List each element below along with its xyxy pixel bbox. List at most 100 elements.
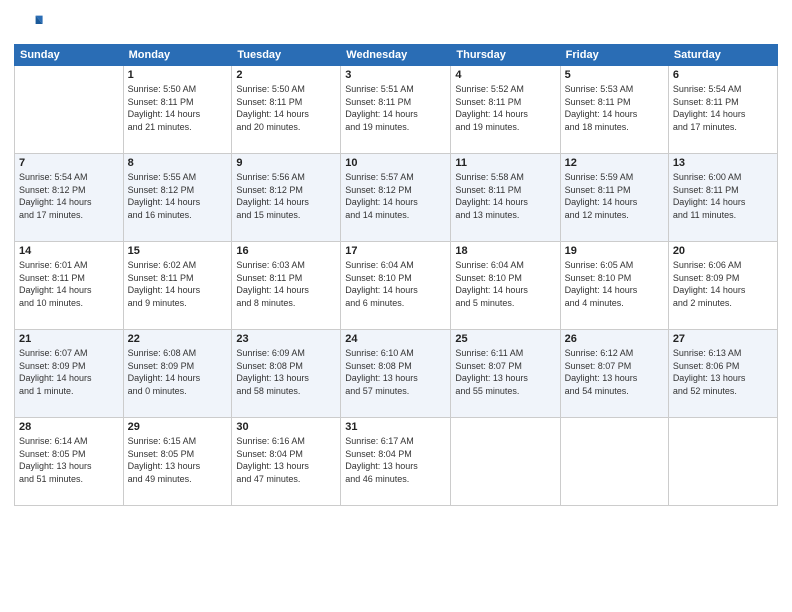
weekday-header-tuesday: Tuesday [232,45,341,66]
day-number: 1 [128,69,228,81]
calendar-cell: 17 Sunrise: 6:04 AMSunset: 8:10 PMDayligh… [341,242,451,330]
calendar-cell [560,418,668,506]
day-number: 23 [236,333,336,345]
calendar-cell: 30 Sunrise: 6:16 AMSunset: 8:04 PMDayligh… [232,418,341,506]
day-number: 30 [236,421,336,433]
calendar-cell: 19Sunrise: 6:05 AMSunset: 8:10 PMDayligh… [560,242,668,330]
day-number: 14 [19,245,119,257]
day-info: Sunrise: 6:03 AMSunset: 8:11 PMDaylight:… [236,259,336,309]
day-info: Sunrise: 6:13 AMSunset: 8:06 PMDaylight:… [673,347,773,397]
header [14,10,778,38]
day-info: Sunrise: 5:56 AMSunset: 8:12 PMDaylight:… [236,171,336,221]
calendar-cell: 14 Sunrise: 6:01 AMSunset: 8:11 PMDayligh… [15,242,124,330]
day-info: Sunrise: 6:04 AMSunset: 8:10 PMDaylight:… [345,259,446,309]
day-info: Sunrise: 6:01 AMSunset: 8:11 PMDaylight:… [19,259,119,309]
day-number: 4 [455,69,555,81]
calendar-cell: 18 Sunrise: 6:04 AMSunset: 8:10 PMDayligh… [451,242,560,330]
day-number: 10 [345,157,446,169]
day-info: Sunrise: 6:12 AMSunset: 8:07 PMDaylight:… [565,347,664,397]
day-info: Sunrise: 5:50 AMSunset: 8:11 PMDaylight:… [236,83,336,133]
calendar-cell: 15 Sunrise: 6:02 AMSunset: 8:11 PMDayligh… [123,242,232,330]
day-number: 12 [565,157,664,169]
calendar-cell: 10 Sunrise: 5:57 AMSunset: 8:12 PMDayligh… [341,154,451,242]
day-info: Sunrise: 5:50 AMSunset: 8:11 PMDaylight:… [128,83,228,133]
day-info: Sunrise: 5:51 AMSunset: 8:11 PMDaylight:… [345,83,446,133]
weekday-header-wednesday: Wednesday [341,45,451,66]
calendar-body: 1 Sunrise: 5:50 AMSunset: 8:11 PMDaylight… [15,66,778,506]
calendar-cell: 4Sunrise: 5:52 AMSunset: 8:11 PMDaylight… [451,66,560,154]
calendar-cell: 6 Sunrise: 5:54 AMSunset: 8:11 PMDaylight… [668,66,777,154]
calendar-cell: 23 Sunrise: 6:09 AMSunset: 8:08 PMDayligh… [232,330,341,418]
weekday-header-row: SundayMondayTuesdayWednesdayThursdayFrid… [15,45,778,66]
calendar-cell: 2Sunrise: 5:50 AMSunset: 8:11 PMDaylight… [232,66,341,154]
calendar-cell: 5Sunrise: 5:53 AMSunset: 8:11 PMDaylight… [560,66,668,154]
day-number: 16 [236,245,336,257]
calendar-cell: 7Sunrise: 5:54 AMSunset: 8:12 PMDaylight… [15,154,124,242]
day-info: Sunrise: 6:10 AMSunset: 8:08 PMDaylight:… [345,347,446,397]
weekday-header-sunday: Sunday [15,45,124,66]
day-info: Sunrise: 6:14 AMSunset: 8:05 PMDaylight:… [19,435,119,485]
day-number: 17 [345,245,446,257]
day-number: 21 [19,333,119,345]
day-info: Sunrise: 5:58 AMSunset: 8:11 PMDaylight:… [455,171,555,221]
calendar-week-row: 28 Sunrise: 6:14 AMSunset: 8:05 PMDayligh… [15,418,778,506]
calendar-cell: 28 Sunrise: 6:14 AMSunset: 8:05 PMDayligh… [15,418,124,506]
calendar-cell: 3 Sunrise: 5:51 AMSunset: 8:11 PMDaylight… [341,66,451,154]
day-info: Sunrise: 6:00 AMSunset: 8:11 PMDaylight:… [673,171,773,221]
day-number: 29 [128,421,228,433]
weekday-header-saturday: Saturday [668,45,777,66]
calendar-cell: 11 Sunrise: 5:58 AMSunset: 8:11 PMDayligh… [451,154,560,242]
day-info: Sunrise: 6:08 AMSunset: 8:09 PMDaylight:… [128,347,228,397]
calendar-cell: 13 Sunrise: 6:00 AMSunset: 8:11 PMDayligh… [668,154,777,242]
day-number: 28 [19,421,119,433]
day-info: Sunrise: 5:57 AMSunset: 8:12 PMDaylight:… [345,171,446,221]
calendar-cell: 26 Sunrise: 6:12 AMSunset: 8:07 PMDayligh… [560,330,668,418]
calendar-cell: 25 Sunrise: 6:11 AMSunset: 8:07 PMDayligh… [451,330,560,418]
day-info: Sunrise: 5:55 AMSunset: 8:12 PMDaylight:… [128,171,228,221]
day-info: Sunrise: 6:04 AMSunset: 8:10 PMDaylight:… [455,259,555,309]
calendar-cell: 12Sunrise: 5:59 AMSunset: 8:11 PMDayligh… [560,154,668,242]
day-number: 5 [565,69,664,81]
calendar-cell: 29 Sunrise: 6:15 AMSunset: 8:05 PMDayligh… [123,418,232,506]
day-number: 22 [128,333,228,345]
day-info: Sunrise: 6:07 AMSunset: 8:09 PMDaylight:… [19,347,119,397]
day-info: Sunrise: 6:09 AMSunset: 8:08 PMDaylight:… [236,347,336,397]
day-info: Sunrise: 6:16 AMSunset: 8:04 PMDaylight:… [236,435,336,485]
calendar-week-row: 14 Sunrise: 6:01 AMSunset: 8:11 PMDayligh… [15,242,778,330]
calendar-cell: 22 Sunrise: 6:08 AMSunset: 8:09 PMDayligh… [123,330,232,418]
calendar-header: SundayMondayTuesdayWednesdayThursdayFrid… [15,45,778,66]
day-number: 18 [455,245,555,257]
day-info: Sunrise: 6:02 AMSunset: 8:11 PMDaylight:… [128,259,228,309]
day-number: 3 [345,69,446,81]
day-info: Sunrise: 6:05 AMSunset: 8:10 PMDaylight:… [565,259,664,309]
logo-icon [16,10,44,38]
day-info: Sunrise: 5:54 AMSunset: 8:11 PMDaylight:… [673,83,773,133]
calendar-cell: 21 Sunrise: 6:07 AMSunset: 8:09 PMDayligh… [15,330,124,418]
day-number: 6 [673,69,773,81]
day-number: 13 [673,157,773,169]
calendar-cell: 1 Sunrise: 5:50 AMSunset: 8:11 PMDaylight… [123,66,232,154]
calendar-cell [668,418,777,506]
day-number: 27 [673,333,773,345]
day-number: 7 [19,157,119,169]
calendar-cell [15,66,124,154]
day-number: 24 [345,333,446,345]
logo [14,10,44,38]
weekday-header-friday: Friday [560,45,668,66]
day-number: 11 [455,157,555,169]
calendar-week-row: 21 Sunrise: 6:07 AMSunset: 8:09 PMDayligh… [15,330,778,418]
calendar-cell: 31Sunrise: 6:17 AMSunset: 8:04 PMDayligh… [341,418,451,506]
day-info: Sunrise: 6:11 AMSunset: 8:07 PMDaylight:… [455,347,555,397]
calendar-cell: 8Sunrise: 5:55 AMSunset: 8:12 PMDaylight… [123,154,232,242]
calendar-cell [451,418,560,506]
day-info: Sunrise: 6:15 AMSunset: 8:05 PMDaylight:… [128,435,228,485]
calendar-week-row: 1 Sunrise: 5:50 AMSunset: 8:11 PMDaylight… [15,66,778,154]
weekday-header-thursday: Thursday [451,45,560,66]
day-number: 15 [128,245,228,257]
day-number: 25 [455,333,555,345]
day-number: 31 [345,421,446,433]
day-info: Sunrise: 6:06 AMSunset: 8:09 PMDaylight:… [673,259,773,309]
weekday-header-monday: Monday [123,45,232,66]
day-number: 26 [565,333,664,345]
day-number: 20 [673,245,773,257]
